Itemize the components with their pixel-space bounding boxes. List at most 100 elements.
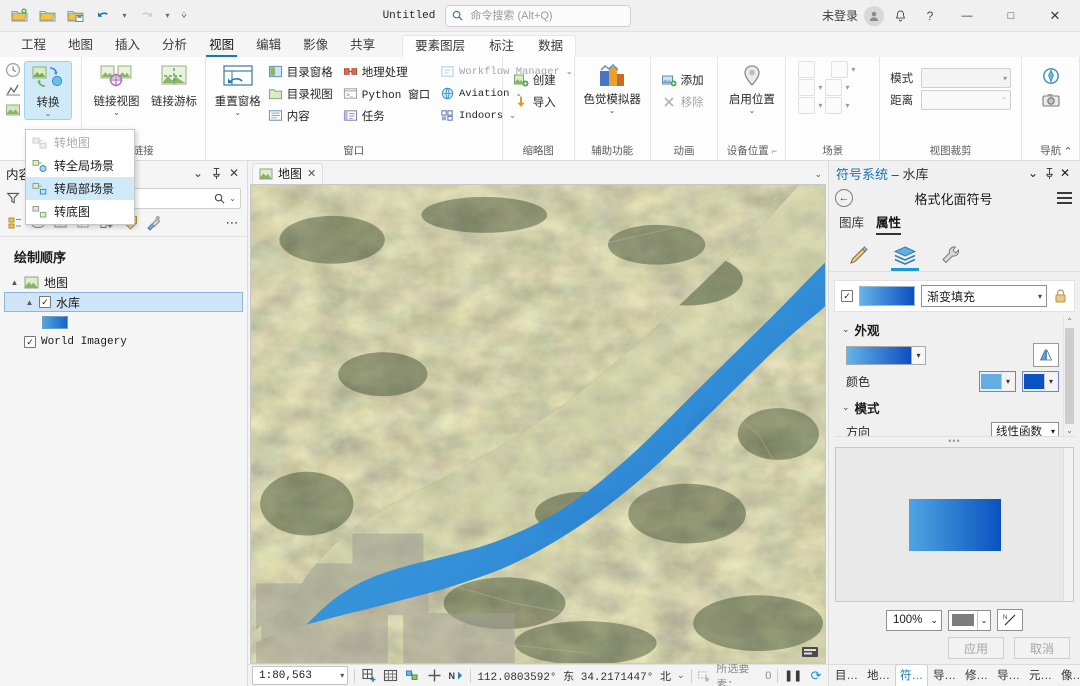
color-start-caret-icon[interactable]: ▾ bbox=[1001, 373, 1014, 390]
scene-elevation-icon[interactable] bbox=[798, 79, 816, 96]
avatar[interactable] bbox=[864, 5, 884, 26]
preview-zoom-select[interactable]: 100% ⌄ bbox=[886, 609, 942, 631]
layers-icon[interactable] bbox=[889, 241, 921, 271]
direction-caret-icon[interactable]: ▾ bbox=[1051, 427, 1055, 436]
convert-button[interactable]: 转换 ⌄ bbox=[24, 61, 72, 120]
ribbon-tab-insert[interactable]: 插入 bbox=[104, 32, 151, 57]
gradient-caret-icon[interactable]: ▾ bbox=[912, 345, 926, 365]
scene-caret-1-icon[interactable]: ▾ bbox=[851, 65, 855, 74]
list-by-drawing-order-icon[interactable] bbox=[6, 214, 24, 232]
section-appearance[interactable]: ⌄ 外观 bbox=[834, 316, 1075, 341]
bottom-tab-modify[interactable]: 修… bbox=[961, 665, 992, 686]
color-end-picker[interactable]: ▾ bbox=[1022, 371, 1059, 392]
image-icon[interactable] bbox=[4, 101, 22, 119]
clip-distance-spinner-icon[interactable]: ⌃ bbox=[1000, 96, 1007, 105]
symbol-layer-checkbox[interactable]: ✓ bbox=[841, 290, 853, 302]
hamburger-icon[interactable] bbox=[1054, 192, 1074, 204]
command-search-box[interactable] bbox=[445, 4, 632, 27]
cancel-button[interactable]: 取消 bbox=[1014, 637, 1070, 659]
grid-icon[interactable] bbox=[383, 667, 399, 685]
tree-node-map[interactable]: ▲ 地图 bbox=[4, 272, 243, 292]
save-project-icon[interactable] bbox=[62, 4, 88, 28]
menu-item-convert-to-basemap[interactable]: 转底图 bbox=[26, 200, 134, 223]
tree-node-world-imagery[interactable]: ✓ World Imagery bbox=[4, 332, 243, 352]
back-button[interactable]: ← bbox=[835, 189, 853, 207]
close-button[interactable]: ✕ bbox=[1034, 1, 1076, 31]
scene-light-icon[interactable] bbox=[798, 97, 816, 114]
bottom-tab-catalog[interactable]: 目… bbox=[831, 665, 862, 686]
python-window-button[interactable]: >_ Python 窗口 bbox=[341, 83, 434, 104]
scene-caret-2-icon[interactable]: ▾ bbox=[818, 83, 822, 92]
map-tab-close-icon[interactable]: ✕ bbox=[307, 167, 316, 180]
appearance-twisty-icon[interactable]: ⌄ bbox=[842, 324, 850, 335]
symbol-layer-swatch[interactable] bbox=[859, 286, 915, 306]
properties-scrollbar[interactable]: ⌃ ⌄ bbox=[1063, 316, 1075, 436]
tasks-button[interactable]: 任务 bbox=[341, 105, 434, 126]
tree-node-symbol[interactable] bbox=[4, 312, 243, 332]
preview-scrollbar[interactable] bbox=[1063, 448, 1073, 601]
mode-twisty-icon[interactable]: ⌄ bbox=[842, 402, 850, 413]
search-options-caret-icon[interactable]: ⌄ bbox=[229, 194, 236, 203]
pin-icon[interactable] bbox=[207, 164, 225, 182]
section-mode[interactable]: ⌄ 模式 bbox=[834, 394, 1075, 419]
command-search-input[interactable] bbox=[468, 8, 625, 23]
refresh-icon[interactable]: ⟳ bbox=[808, 667, 824, 685]
ctx-tab-labeling[interactable]: 标注 bbox=[477, 33, 526, 57]
crosshair-icon[interactable] bbox=[427, 667, 443, 685]
bottom-tab-symbology[interactable]: 符… bbox=[895, 664, 928, 686]
search-icon[interactable] bbox=[214, 193, 225, 204]
tree-node-reservoir[interactable]: ▲ ✓ 水库 bbox=[4, 292, 243, 312]
clip-mode-select[interactable]: ▾ bbox=[920, 68, 1012, 88]
lock-icon[interactable] bbox=[1053, 288, 1068, 304]
color-end-caret-icon[interactable]: ▾ bbox=[1044, 373, 1057, 390]
redo-icon[interactable] bbox=[133, 4, 159, 28]
link-cursor-button[interactable]: 链接游标 bbox=[147, 61, 201, 111]
pause-drawing-icon[interactable]: ❚❚ bbox=[784, 667, 802, 685]
clock-icon[interactable] bbox=[4, 61, 22, 79]
filter-icon[interactable] bbox=[4, 189, 22, 207]
color-start-picker[interactable]: ▾ bbox=[979, 371, 1016, 392]
catalog-view-button[interactable]: 目录视图 bbox=[266, 83, 337, 104]
coordinates-caret-icon[interactable]: ⌄ bbox=[677, 670, 685, 681]
contents-pane-button[interactable]: 内容 bbox=[266, 105, 337, 126]
tab-gallery[interactable]: 图库 bbox=[839, 212, 864, 235]
undo-icon[interactable] bbox=[90, 4, 116, 28]
layer-symbol-swatch[interactable] bbox=[42, 315, 68, 329]
tab-properties[interactable]: 属性 bbox=[876, 212, 902, 235]
undo-caret-icon[interactable]: ▾ bbox=[118, 4, 131, 28]
customize-qat-icon[interactable]: ⩒ bbox=[176, 4, 192, 28]
minimize-button[interactable]: — bbox=[946, 1, 988, 31]
flip-gradient-button[interactable] bbox=[1033, 343, 1059, 367]
pin-icon[interactable] bbox=[1044, 167, 1060, 180]
link-views-caret-icon[interactable]: ⌄ bbox=[113, 109, 120, 117]
expander-icon[interactable]: ▲ bbox=[10, 278, 19, 287]
import-thumbnail-button[interactable]: 导入 bbox=[511, 91, 560, 112]
enable-location-button[interactable]: 启用位置 ⌄ bbox=[722, 61, 781, 116]
device-location-dialog-launcher[interactable]: ⌐ bbox=[772, 146, 777, 156]
scene-surface-icon[interactable] bbox=[825, 79, 843, 96]
scene-caret-4-icon[interactable]: ▾ bbox=[818, 101, 822, 110]
direction-select[interactable]: 线性函数 ▾ bbox=[991, 421, 1059, 436]
layer-visibility-checkbox[interactable]: ✓ bbox=[39, 296, 51, 308]
collapse-ribbon-button[interactable]: ⌃ bbox=[1060, 144, 1076, 158]
bottom-tab-elements[interactable]: 元… bbox=[1025, 665, 1056, 686]
remove-animation-button[interactable]: 移除 bbox=[659, 91, 708, 112]
menu-item-convert-to-local-scene[interactable]: 转局部场景 bbox=[26, 177, 134, 200]
bottom-tab-export[interactable]: 导… bbox=[993, 665, 1024, 686]
add-grid-icon[interactable] bbox=[361, 667, 377, 685]
scroll-down-icon[interactable]: ⌄ bbox=[1066, 426, 1073, 435]
color-vision-simulator-button[interactable]: 色觉模拟器 ⌄ bbox=[579, 61, 646, 116]
catalog-pane-button[interactable]: 目录窗格 bbox=[266, 61, 337, 82]
scene-copy-icon[interactable] bbox=[798, 61, 816, 78]
pane-splitter[interactable]: ••• bbox=[834, 436, 1075, 446]
menu-item-convert-to-global-scene[interactable]: 转全局场景 bbox=[26, 154, 134, 177]
open-project-icon[interactable] bbox=[34, 4, 60, 28]
map-scale-caret-icon[interactable]: ▾ bbox=[340, 671, 344, 680]
link-views-button[interactable]: 链接视图 ⌄ bbox=[90, 61, 144, 118]
menu-item-convert-to-map[interactable]: 转地图 bbox=[26, 131, 134, 154]
scene-exaggeration-icon[interactable] bbox=[825, 97, 843, 114]
clip-distance-input[interactable]: ⌃ bbox=[920, 90, 1012, 110]
expander-icon[interactable]: ▲ bbox=[25, 298, 34, 307]
notifications-bell-icon[interactable] bbox=[886, 3, 914, 29]
preview-background-caret-icon[interactable]: ⌄ bbox=[977, 610, 990, 630]
